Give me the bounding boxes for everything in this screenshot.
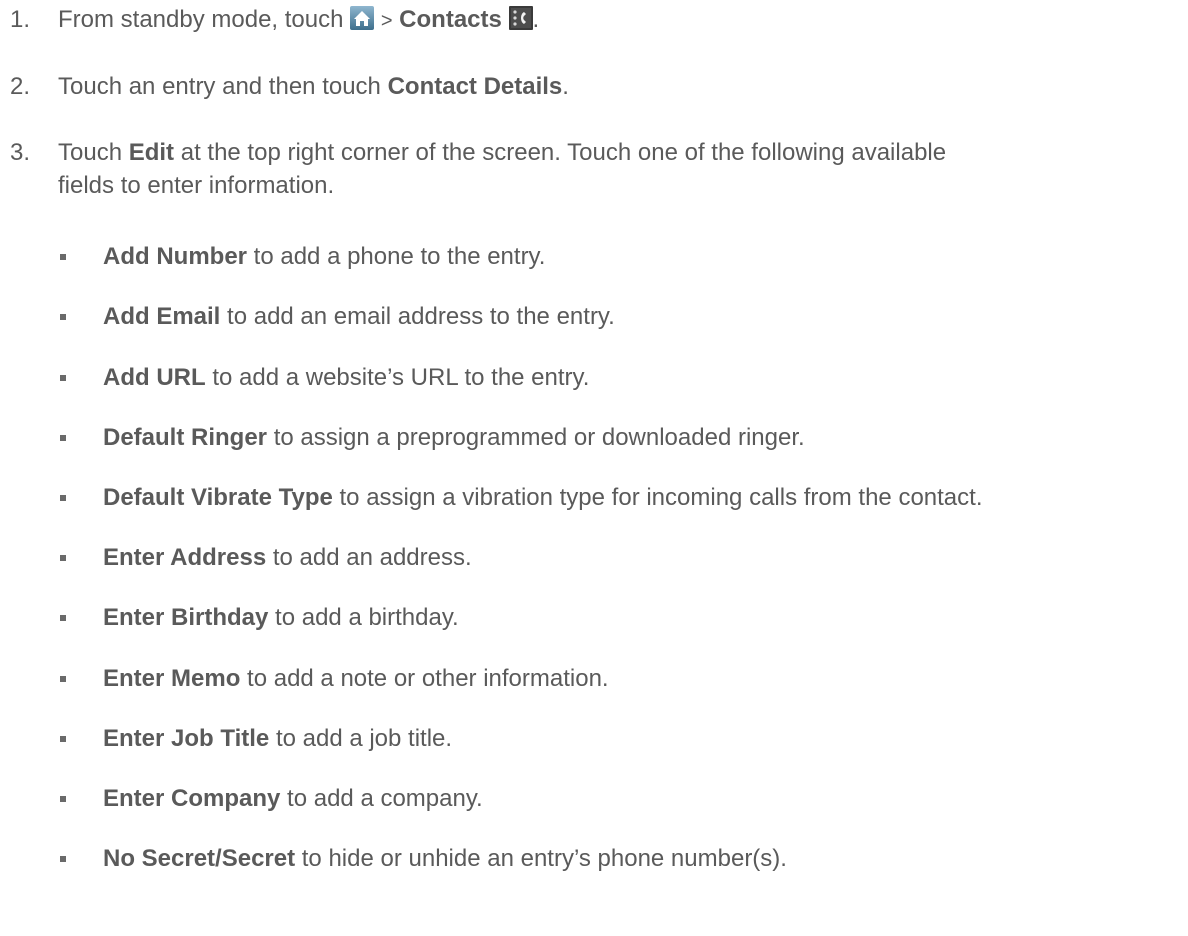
step-bold-term: Contacts <box>399 6 502 33</box>
step-number: 1. <box>10 6 31 33</box>
step-text: Touch an entry and then touch Contact De… <box>58 70 569 104</box>
field-description: to add a note or other information. <box>247 665 609 692</box>
bullet-marker <box>60 314 66 320</box>
step-number: 3. <box>10 139 31 166</box>
field-name: Enter Job Title <box>103 725 270 752</box>
field-description: to add an address. <box>272 544 472 571</box>
home-icon <box>350 6 375 30</box>
list-item-text: Add Number to add a phone to the entry. <box>103 240 545 274</box>
step-bold-term: Contact Details <box>387 73 563 100</box>
field-description: to add an email address to the entry. <box>227 303 615 330</box>
step-bold-term: Edit <box>128 139 175 166</box>
field-description: to add a company. <box>287 785 483 812</box>
bullet-marker <box>60 435 66 441</box>
step-suffix: . <box>532 6 540 33</box>
list-item-text: Enter Birthday to add a birthday. <box>103 601 459 635</box>
field-name: Enter Memo <box>103 665 241 692</box>
bullet-marker <box>60 615 66 621</box>
field-name: Add URL <box>103 364 206 391</box>
contacts-icon <box>508 6 533 30</box>
step-text: Touch Edit at the top right corner of th… <box>58 136 946 170</box>
list-item-text: Add Email to add an email address to the… <box>103 300 615 334</box>
bullet-marker <box>60 796 66 802</box>
bullet-marker <box>60 555 66 561</box>
step-prefix: From standby mode, touch <box>58 6 344 33</box>
field-name: Enter Company <box>103 785 281 812</box>
bullet-marker <box>60 375 66 381</box>
field-name: Enter Birthday <box>103 604 269 631</box>
field-name: Add Email <box>103 303 221 330</box>
bullet-marker <box>60 495 66 501</box>
step-prefix: Touch <box>58 139 123 166</box>
step-suffix: . <box>562 73 569 100</box>
field-description: to assign a vibration type for incoming … <box>339 484 983 511</box>
instructions-document: 1. From standby mode, touch > Contacts .… <box>0 0 1188 936</box>
step-3-line-2: fields to enter information. <box>58 172 335 199</box>
field-name: No Secret/Secret <box>103 845 296 872</box>
field-description: to add a phone to the entry. <box>253 243 546 270</box>
bullet-marker <box>60 856 66 862</box>
field-name: Default Vibrate Type <box>103 484 333 511</box>
field-description: to add a job title. <box>275 725 453 752</box>
list-item-text: Add URL to add a website’s URL to the en… <box>103 361 589 395</box>
list-item-text: Enter Company to add a company. <box>103 782 483 816</box>
step-line1-rest: at the top right corner of the screen. T… <box>180 139 947 166</box>
field-description: to add a birthday. <box>275 604 459 631</box>
field-name: Default Ringer <box>103 424 268 451</box>
list-item-text: No Secret/Secret to hide or unhide an en… <box>103 842 787 876</box>
step-prefix: Touch an entry and then touch <box>58 73 381 100</box>
list-item-text: Default Vibrate Type to assign a vibrati… <box>103 481 983 515</box>
list-item-text: Enter Address to add an address. <box>103 541 472 575</box>
bullet-marker <box>60 676 66 682</box>
list-item-text: Default Ringer to assign a preprogrammed… <box>103 421 805 455</box>
field-name: Add Number <box>103 243 247 270</box>
step-number: 2. <box>10 73 31 100</box>
field-description: to add a website’s URL to the entry. <box>212 364 590 391</box>
field-description: to assign a preprogrammed or downloaded … <box>273 424 805 451</box>
list-item-text: Enter Memo to add a note or other inform… <box>103 662 609 696</box>
list-item-text: Enter Job Title to add a job title. <box>103 722 452 756</box>
bullet-marker <box>60 254 66 260</box>
step-separator: > <box>380 10 393 32</box>
field-description: to hide or unhide an entry’s phone numbe… <box>301 845 787 872</box>
bullet-marker <box>60 736 66 742</box>
field-name: Enter Address <box>103 544 267 571</box>
step-text: From standby mode, touch > Contacts . <box>58 3 539 38</box>
